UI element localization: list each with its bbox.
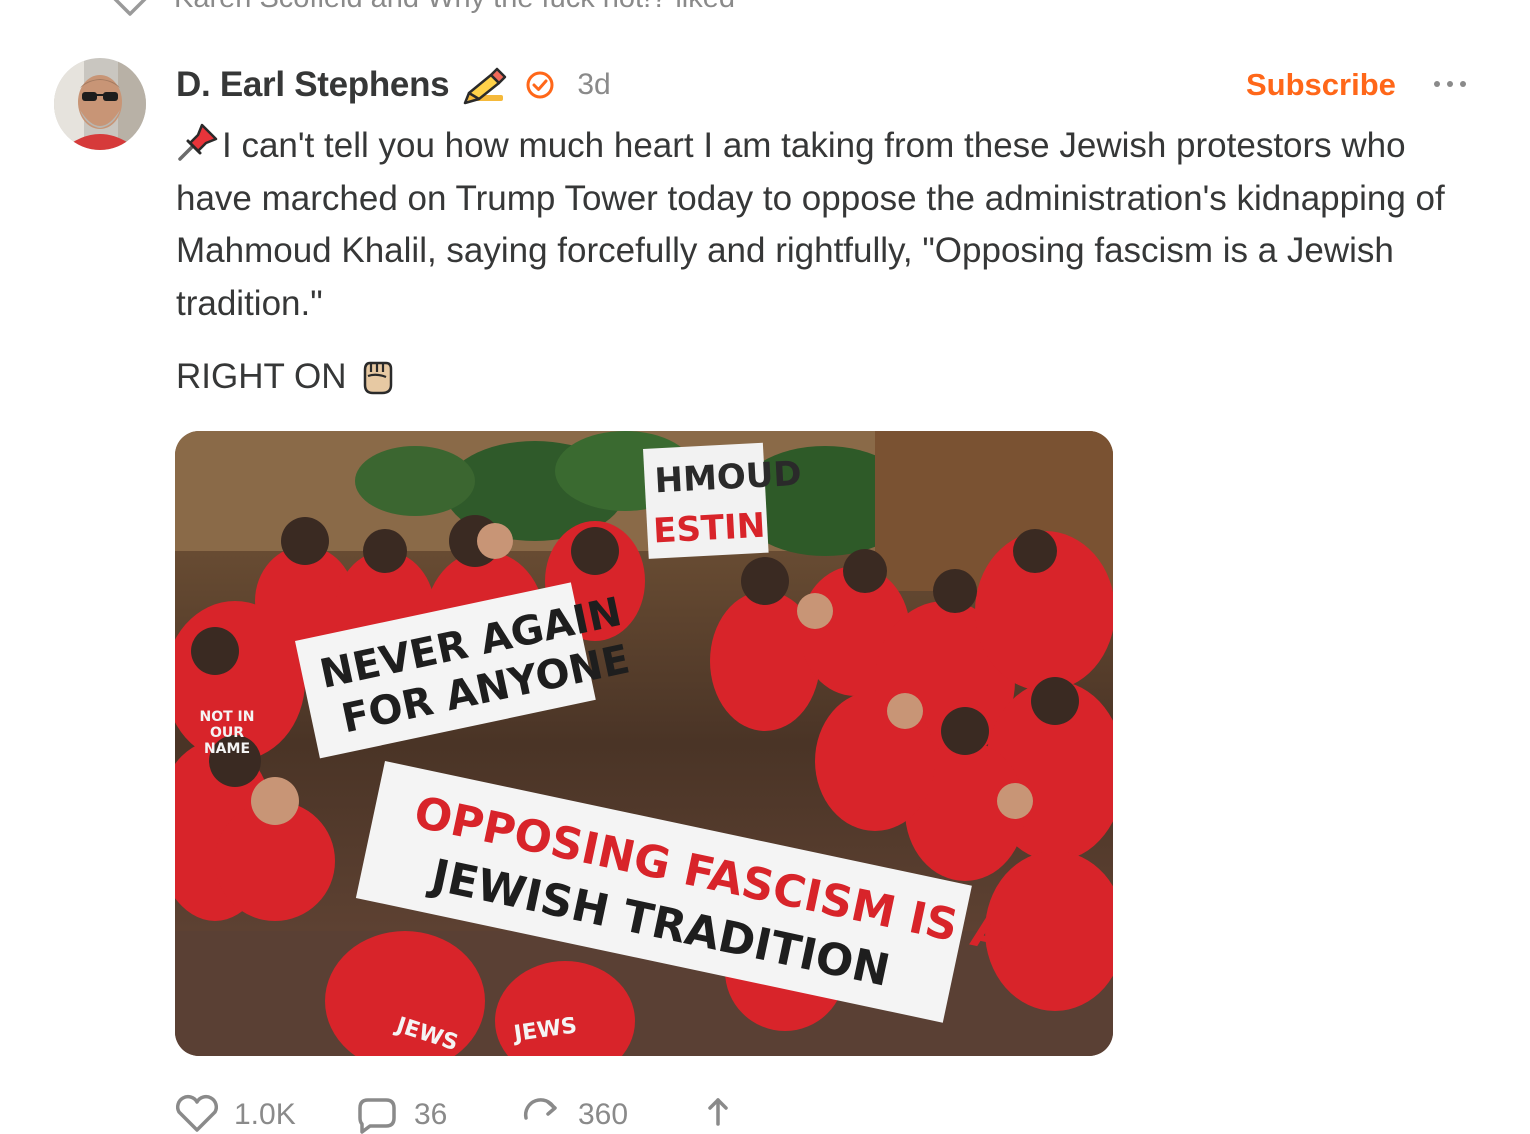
comment-icon: [358, 1098, 396, 1134]
share-button[interactable]: [698, 1094, 758, 1134]
author-name[interactable]: D. Earl Stephens: [176, 65, 450, 105]
ellipsis-icon: [1434, 81, 1466, 87]
verified-check-icon: [526, 71, 554, 99]
banner-3-line-2: ESTIN: [652, 506, 766, 552]
shirt-text-line-3: NAME: [204, 741, 250, 757]
author-avatar[interactable]: [54, 58, 146, 150]
comment-button[interactable]: 36: [354, 1094, 518, 1134]
post-image[interactable]: HMOUD ESTIN NEVER AGAIN FOR ANYONE OPPOS…: [175, 431, 1113, 1056]
liked-by-text: Karen Scofield and Why the fuck not!? li…: [174, 0, 735, 15]
post-body: I can't tell you how much heart I am tak…: [176, 120, 1446, 330]
restack-count: 360: [578, 1098, 629, 1131]
heart-icon: [175, 1095, 219, 1132]
subscribe-button[interactable]: Subscribe: [1240, 62, 1402, 108]
like-button[interactable]: 1.0K: [174, 1094, 354, 1134]
pushpin-emoji-icon: [178, 123, 218, 161]
writing-hand-emoji-icon: [464, 67, 507, 105]
post-timestamp[interactable]: 3d: [577, 68, 610, 102]
comment-count: 36: [414, 1098, 448, 1131]
banner-3-line-1: HMOUD: [654, 454, 803, 502]
more-options-button[interactable]: [1428, 70, 1472, 98]
post-header: D. Earl Stephens 3d: [176, 60, 611, 110]
closing-text: RIGHT ON: [176, 357, 347, 396]
restack-button[interactable]: 360: [518, 1094, 698, 1134]
liked-by-row: Karen Scofield and Why the fuck not!? li…: [108, 0, 735, 22]
shirt-text-line-2: OUR: [210, 725, 244, 741]
closing-line: RIGHT ON: [176, 350, 394, 404]
restack-icon: [523, 1098, 557, 1120]
raised-fist-emoji-icon: [364, 361, 393, 395]
shirt-text-line-1: NOT IN: [200, 709, 255, 725]
like-count: 1.0K: [234, 1098, 296, 1131]
heart-icon[interactable]: [108, 0, 152, 18]
post-body-text: I can't tell you how much heart I am tak…: [176, 126, 1445, 323]
share-icon: [708, 1098, 728, 1126]
post-actions: 1.0K 36 360: [174, 1094, 758, 1134]
